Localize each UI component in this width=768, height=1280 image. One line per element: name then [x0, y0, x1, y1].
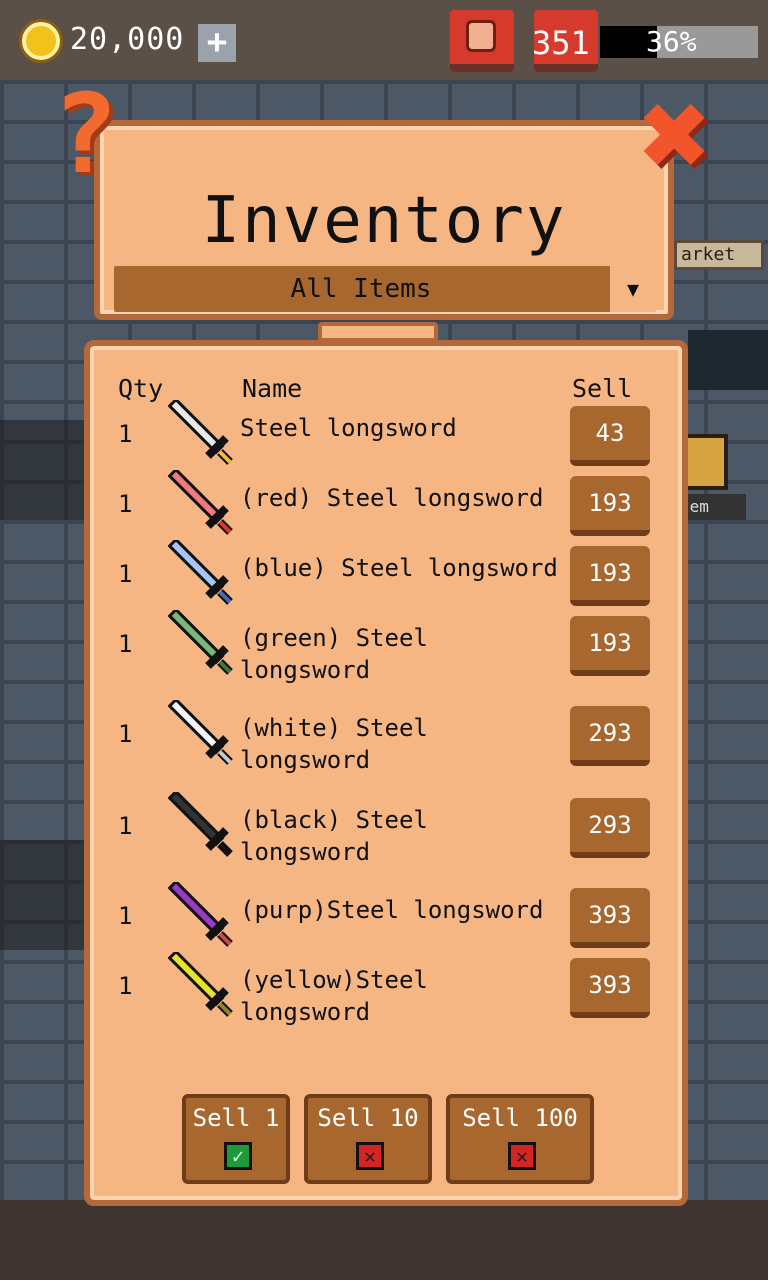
- sell-price-button[interactable]: 193: [570, 476, 650, 536]
- item-name: Steel longsword: [240, 414, 457, 442]
- item-qty: 1: [118, 812, 133, 840]
- sell-price-button[interactable]: 193: [570, 546, 650, 606]
- item-qty: 1: [118, 972, 133, 1000]
- coin-balance: 20,000: [70, 22, 185, 57]
- item-name: (red) Steel longsword: [240, 484, 544, 512]
- gift-button[interactable]: [450, 10, 514, 72]
- item-qty: 1: [118, 630, 133, 658]
- gift-icon: [466, 20, 496, 52]
- sword-icon: [168, 882, 233, 947]
- sell-option-label: Sell 10: [317, 1104, 419, 1132]
- energy-value: 351: [532, 24, 590, 62]
- sell-price-button[interactable]: 293: [570, 706, 650, 766]
- item-name: (yellow)Steel longsword: [240, 966, 428, 1026]
- item-qty: 1: [118, 420, 133, 448]
- filter-dropdown[interactable]: All Items ▼: [114, 266, 656, 312]
- sell-price-button[interactable]: 393: [570, 888, 650, 948]
- chevron-down-icon[interactable]: ▼: [610, 266, 656, 312]
- item-qty: 1: [118, 902, 133, 930]
- background-shadow: [0, 840, 90, 950]
- page-title: Inventory: [201, 184, 567, 258]
- item-qty: 1: [118, 560, 133, 588]
- sell-option-label: Sell 100: [462, 1104, 578, 1132]
- sword-icon: [168, 400, 233, 465]
- sell-10-option[interactable]: Sell 10 ✕: [304, 1094, 432, 1184]
- sword-icon: [168, 952, 233, 1017]
- sell-price-button[interactable]: 43: [570, 406, 650, 466]
- column-header-qty: Qty: [118, 374, 164, 403]
- sword-icon: [168, 700, 233, 765]
- item-name: (white) Steel longsword: [240, 714, 428, 774]
- sell-option-label: Sell 1: [192, 1104, 280, 1132]
- item-name: (purp)Steel longsword: [240, 896, 544, 924]
- column-header-name: Name: [242, 374, 303, 403]
- background-shadow: [688, 330, 768, 390]
- background-shadow: [0, 420, 90, 520]
- market-sign: arket: [674, 240, 764, 270]
- sell-price-button[interactable]: 293: [570, 798, 650, 858]
- item-name: (black) Steel longsword: [240, 806, 428, 866]
- add-coins-button[interactable]: +: [198, 24, 236, 62]
- inventory-title-panel: Inventory All Items ▼: [94, 120, 674, 320]
- sword-icon: [168, 610, 233, 675]
- sell-price-button[interactable]: 193: [570, 616, 650, 676]
- help-button[interactable]: ?: [52, 79, 138, 189]
- checkbox-checked-icon[interactable]: ✓: [224, 1142, 252, 1170]
- sword-icon: [168, 470, 233, 535]
- sell-1-option[interactable]: Sell 1 ✓: [182, 1094, 290, 1184]
- item-qty: 1: [118, 490, 133, 518]
- coin-icon: [22, 22, 60, 60]
- checkbox-unchecked-icon[interactable]: ✕: [508, 1142, 536, 1170]
- item-name: (green) Steel longsword: [240, 624, 428, 684]
- sword-icon: [168, 792, 233, 857]
- progress-text: 36%: [646, 25, 697, 58]
- sell-100-option[interactable]: Sell 100 ✕: [446, 1094, 594, 1184]
- sword-icon: [168, 540, 233, 605]
- sell-price-button[interactable]: 393: [570, 958, 650, 1018]
- filter-selected-value: All Items: [290, 274, 432, 304]
- panel-connector: [318, 322, 438, 342]
- inventory-list-panel: Qty Name Sell 1 Steel longsword 43 1 (red) S…: [84, 340, 688, 1206]
- checkbox-unchecked-icon[interactable]: ✕: [356, 1142, 384, 1170]
- item-name: (blue) Steel longsword: [240, 554, 558, 582]
- sell-quantity-options: Sell 1 ✓ Sell 10 ✕ Sell 100 ✕: [182, 1094, 602, 1184]
- background-floor: [0, 1200, 768, 1280]
- column-header-sell: Sell: [572, 374, 633, 403]
- close-button[interactable]: ✖: [628, 76, 724, 196]
- chest-icon: [684, 434, 728, 490]
- item-qty: 1: [118, 720, 133, 748]
